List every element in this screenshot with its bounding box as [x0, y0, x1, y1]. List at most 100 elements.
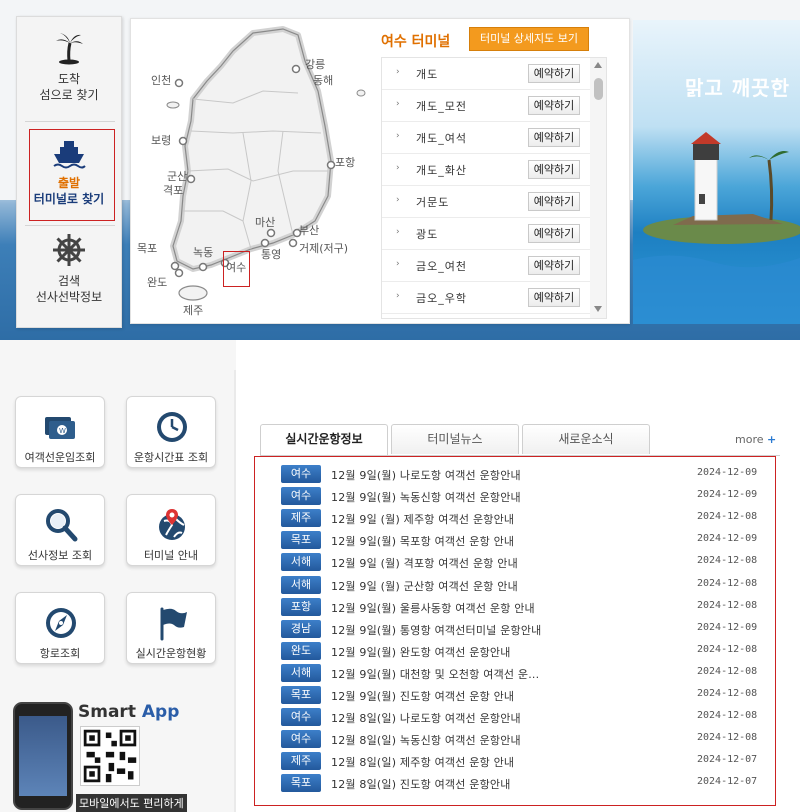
fare-inquiry-label: 여객선운임조회	[24, 451, 96, 464]
fare-inquiry-button[interactable]: W 여객선운임조회	[15, 396, 105, 468]
news-date: 2024-12-09	[697, 467, 758, 478]
map-city-wando[interactable]: 완도	[147, 277, 167, 289]
map-city-tongyeong[interactable]: 통영	[261, 249, 281, 261]
reserve-button[interactable]: 예약하기	[528, 96, 580, 115]
tab-realtime-operation[interactable]: 실시간운항정보	[260, 424, 388, 456]
news-title[interactable]: 12월 9일(월) 완도항 여객선 운항안내	[331, 644, 681, 660]
realtime-status-button[interactable]: 실시간운항현황	[126, 592, 216, 664]
reserve-button[interactable]: 예약하기	[528, 288, 580, 307]
news-title[interactable]: 12월 9일 (월) 격포항 여객선 운항 안내	[331, 555, 681, 571]
news-row[interactable]: 서해 12월 9일 (월) 군산항 여객선 운항 안내 2024-12-08	[281, 574, 765, 596]
map-city-yeosu[interactable]: 여수	[223, 251, 251, 287]
timetable-inquiry-button[interactable]: 운항시간표 조회	[126, 396, 216, 468]
news-row[interactable]: 포항 12월 9일(월) 울릉사동항 여객선 운항 안내 2024-12-08	[281, 596, 765, 618]
map-city-incheon[interactable]: 인천	[151, 75, 171, 87]
reserve-button[interactable]: 예약하기	[528, 64, 580, 83]
map-city-busan[interactable]: 부산	[299, 225, 319, 237]
flag-icon	[160, 607, 187, 641]
list-scrollbar[interactable]	[590, 58, 606, 318]
reserve-button[interactable]: 예약하기	[528, 128, 580, 147]
news-row[interactable]: 여수 12월 9일(월) 녹동신항 여객선 운항안내 2024-12-09	[281, 485, 765, 507]
promo-banner[interactable]: 맑고 깨끗한	[633, 20, 800, 324]
tab-new-updates[interactable]: 새로운소식	[522, 424, 650, 454]
news-title[interactable]: 12월 8일(일) 진도항 여객선 운항안내	[331, 776, 681, 792]
scroll-up-icon[interactable]	[594, 62, 602, 68]
map-city-mokpo[interactable]: 목포	[137, 243, 157, 255]
news-title[interactable]: 12월 8일(일) 녹동신항 여객선 운항안내	[331, 732, 681, 748]
list-item: › 금오_여천 예약하기	[382, 250, 590, 282]
terminal-guide-button[interactable]: 터미널 안내	[126, 494, 216, 566]
list-item: › 개도_여석 예약하기	[382, 122, 590, 154]
bullet-icon: ›	[396, 99, 400, 109]
news-date: 2024-12-08	[697, 577, 758, 589]
map-city-geoje[interactable]: 거제(저구)	[299, 243, 348, 255]
news-title[interactable]: 12월 9일(월) 녹동신항 여객선 운항안내	[331, 489, 681, 505]
news-date: 2024-12-09	[697, 621, 758, 633]
news-row[interactable]: 완도 12월 9일(월) 완도항 여객선 운항안내 2024-12-08	[281, 640, 765, 662]
scroll-thumb[interactable]	[594, 78, 603, 100]
bullet-icon: ›	[396, 291, 400, 301]
news-date: 2024-12-07	[697, 776, 758, 788]
map-city-gunsan[interactable]: 군산	[167, 171, 187, 183]
reserve-button[interactable]: 예약하기	[528, 256, 580, 275]
news-title[interactable]: 12월 9일(월) 울릉사동항 여객선 운항 안내	[331, 600, 681, 616]
news-title[interactable]: 12월 8일(일) 제주항 여객선 운항 안내	[331, 754, 681, 770]
news-row[interactable]: 경남 12월 9일(월) 통영항 여객선터미널 운항안내 2024-12-09	[281, 618, 765, 640]
nav-departure-by-terminal[interactable]: 출발 터미널로 찾기	[17, 129, 121, 221]
destination-name: 개도_모전	[416, 100, 467, 113]
ship-wheel-icon	[53, 234, 85, 266]
news-title[interactable]: 12월 8일(일) 나로도항 여객선 운항안내	[331, 710, 681, 726]
news-row[interactable]: 여수 12월 9일(월) 나로도항 여객선 운항안내 2024-12-09	[281, 463, 765, 485]
map-city-boryeong[interactable]: 보령	[151, 135, 171, 147]
news-row[interactable]: 목포 12월 8일(일) 진도항 여객선 운항안내 2024-12-07	[281, 772, 765, 794]
map-city-pohang[interactable]: 포항	[335, 157, 355, 169]
news-title[interactable]: 12월 9일(월) 대천항 및 오천항 여객선 운...	[331, 666, 681, 682]
news-row[interactable]: 목포 12월 9일(월) 진도항 여객선 운항 안내 2024-12-08	[281, 684, 765, 706]
news-row[interactable]: 목포 12월 9일(월) 목포항 여객선 운항 안내 2024-12-09	[281, 529, 765, 551]
news-title[interactable]: 12월 9일(월) 나로도항 여객선 운항안내	[331, 467, 681, 483]
news-row[interactable]: 제주 12월 8일(일) 제주항 여객선 운항 안내 2024-12-07	[281, 750, 765, 772]
news-row[interactable]: 여수 12월 8일(일) 녹동신항 여객선 운항안내 2024-12-08	[281, 728, 765, 750]
map-city-gyeokpo[interactable]: 격포	[163, 185, 183, 197]
more-link[interactable]: more +	[735, 433, 776, 446]
map-city-donghae[interactable]: 동해	[313, 75, 333, 87]
region-badge: 포항	[281, 597, 321, 616]
bullet-icon: ›	[396, 227, 400, 237]
news-row[interactable]: 서해 12월 9일(월) 대천항 및 오천항 여객선 운... 2024-12-08	[281, 662, 765, 684]
palm-tree-icon	[56, 33, 83, 65]
tab-terminal-news[interactable]: 터미널뉴스	[391, 424, 519, 454]
destination-name: 광도	[416, 228, 439, 241]
qr-code-icon[interactable]	[80, 726, 140, 786]
smart-app-title-1: Smart	[78, 702, 136, 722]
news-title[interactable]: 12월 9일(월) 통영항 여객선터미널 운항안내	[331, 622, 681, 638]
scroll-down-icon[interactable]	[594, 306, 602, 312]
map-city-nokdong[interactable]: 녹동	[193, 247, 213, 259]
news-title[interactable]: 12월 9일(월) 목포항 여객선 운항 안내	[331, 533, 681, 549]
news-title[interactable]: 12월 9일 (월) 군산항 여객선 운항 안내	[331, 578, 681, 594]
news-row[interactable]: 서해 12월 9일 (월) 격포항 여객선 운항 안내 2024-12-08	[281, 551, 765, 573]
reserve-button[interactable]: 예약하기	[528, 224, 580, 243]
terminal-detail-map-button[interactable]: 터미널 상세지도 보기	[469, 27, 589, 51]
news-date: 2024-12-08	[697, 665, 758, 677]
nav-arrival-by-island[interactable]: 도착 섬으로 찾기	[17, 31, 121, 121]
reserve-button[interactable]: 예약하기	[528, 160, 580, 179]
news-row[interactable]: 제주 12월 9일 (월) 제주항 여객선 운항안내 2024-12-08	[281, 507, 765, 529]
terminal-guide-label: 터미널 안내	[143, 549, 199, 562]
nav-divider	[25, 121, 115, 122]
reserve-button[interactable]: 예약하기	[528, 192, 580, 211]
shipping-company-inquiry-button[interactable]: 선사정보 조회	[15, 494, 105, 566]
route-inquiry-button[interactable]: 항로조회	[15, 592, 105, 664]
nav-arrival-line1: 도착	[57, 72, 81, 86]
compass-icon	[46, 608, 76, 638]
nav-search-vessel-info[interactable]: 검색 선사선박정보	[17, 233, 121, 327]
news-date: 2024-12-08	[697, 688, 758, 699]
smart-app-promo[interactable]: Smart App 모바일에서도 편리하게	[10, 700, 210, 812]
news-title[interactable]: 12월 9일 (월) 제주항 여객선 운항안내	[331, 511, 681, 527]
map-city-gangneung[interactable]: 강릉	[305, 59, 325, 71]
clock-icon	[157, 412, 187, 442]
map-city-jeju[interactable]: 제주	[183, 305, 203, 317]
map-city-masan[interactable]: 마산	[255, 217, 275, 229]
news-title[interactable]: 12월 9일(월) 진도항 여객선 운항 안내	[331, 688, 681, 704]
realtime-news-list: 여수 12월 9일(월) 나로도항 여객선 운항안내 2024-12-09 여수 12월…	[254, 456, 776, 806]
news-row[interactable]: 여수 12월 8일(일) 나로도항 여객선 운항안내 2024-12-08	[281, 706, 765, 728]
